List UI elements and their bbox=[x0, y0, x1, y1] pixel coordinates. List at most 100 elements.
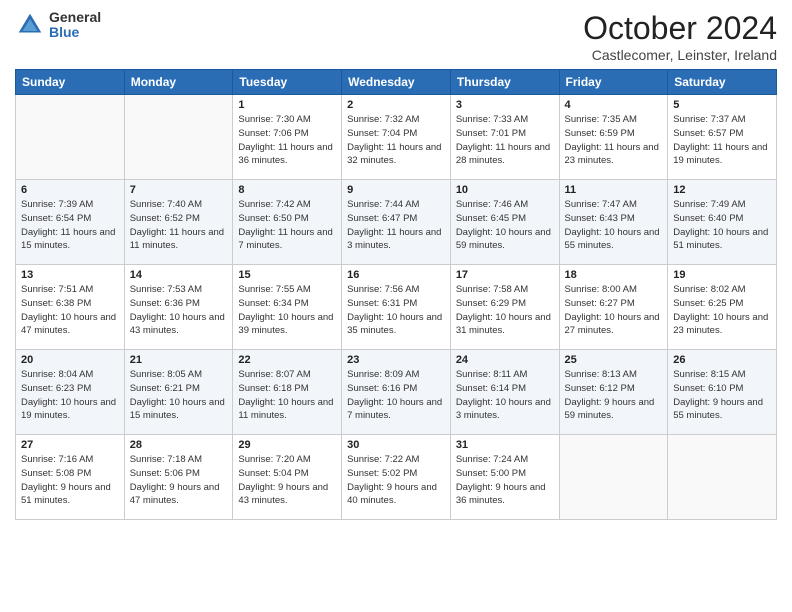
day-number: 5 bbox=[673, 99, 771, 111]
day-number: 21 bbox=[130, 354, 228, 366]
day-info: Sunrise: 7:51 AM Sunset: 6:38 PM Dayligh… bbox=[21, 283, 119, 338]
day-number: 25 bbox=[565, 354, 663, 366]
day-info: Sunrise: 7:16 AM Sunset: 5:08 PM Dayligh… bbox=[21, 453, 119, 508]
calendar-cell: 5 Sunrise: 7:37 AM Sunset: 6:57 PM Daylig… bbox=[668, 95, 777, 180]
day-info: Sunrise: 7:37 AM Sunset: 6:57 PM Dayligh… bbox=[673, 113, 771, 168]
day-number: 17 bbox=[456, 269, 554, 281]
day-info: Sunrise: 7:39 AM Sunset: 6:54 PM Dayligh… bbox=[21, 198, 119, 253]
title-location: Castlecomer, Leinster, Ireland bbox=[583, 47, 777, 63]
day-number: 3 bbox=[456, 99, 554, 111]
logo-text: General Blue bbox=[49, 10, 101, 41]
day-info: Sunrise: 7:40 AM Sunset: 6:52 PM Dayligh… bbox=[130, 198, 228, 253]
day-number: 24 bbox=[456, 354, 554, 366]
calendar-cell: 6 Sunrise: 7:39 AM Sunset: 6:54 PM Daylig… bbox=[16, 180, 125, 265]
calendar-week-4: 20 Sunrise: 8:04 AM Sunset: 6:23 PM Dayli… bbox=[16, 350, 777, 435]
calendar-cell: 2Sunrise: 7:32 AM Sunset: 7:04 PM Daylig… bbox=[342, 95, 451, 180]
day-number: 29 bbox=[238, 439, 336, 451]
day-number: 11 bbox=[565, 184, 663, 196]
col-wednesday: Wednesday bbox=[342, 70, 451, 95]
day-info: Sunrise: 8:04 AM Sunset: 6:23 PM Dayligh… bbox=[21, 368, 119, 423]
day-info: Sunrise: 8:15 AM Sunset: 6:10 PM Dayligh… bbox=[673, 368, 771, 423]
day-number: 14 bbox=[130, 269, 228, 281]
day-info: Sunrise: 7:53 AM Sunset: 6:36 PM Dayligh… bbox=[130, 283, 228, 338]
calendar-cell: 11Sunrise: 7:47 AM Sunset: 6:43 PM Dayli… bbox=[559, 180, 668, 265]
calendar-cell: 15 Sunrise: 7:55 AM Sunset: 6:34 PM Dayli… bbox=[233, 265, 342, 350]
calendar-cell: 7 Sunrise: 7:40 AM Sunset: 6:52 PM Daylig… bbox=[124, 180, 233, 265]
calendar-cell: 13 Sunrise: 7:51 AM Sunset: 6:38 PM Dayli… bbox=[16, 265, 125, 350]
day-number: 15 bbox=[238, 269, 336, 281]
calendar-cell: 22Sunrise: 8:07 AM Sunset: 6:18 PM Dayli… bbox=[233, 350, 342, 435]
calendar-week-1: 1 Sunrise: 7:30 AM Sunset: 7:06 PM Daylig… bbox=[16, 95, 777, 180]
day-info: Sunrise: 7:46 AM Sunset: 6:45 PM Dayligh… bbox=[456, 198, 554, 253]
calendar-cell bbox=[668, 435, 777, 520]
calendar-cell: 14 Sunrise: 7:53 AM Sunset: 6:36 PM Dayli… bbox=[124, 265, 233, 350]
day-info: Sunrise: 7:20 AM Sunset: 5:04 PM Dayligh… bbox=[238, 453, 336, 508]
calendar-cell bbox=[559, 435, 668, 520]
calendar-cell: 16 Sunrise: 7:56 AM Sunset: 6:31 PM Dayli… bbox=[342, 265, 451, 350]
day-number: 19 bbox=[673, 269, 771, 281]
header: General Blue October 2024 Castlecomer, L… bbox=[15, 10, 777, 63]
day-number: 9 bbox=[347, 184, 445, 196]
day-number: 8 bbox=[238, 184, 336, 196]
calendar-cell: 19 Sunrise: 8:02 AM Sunset: 6:25 PM Dayli… bbox=[668, 265, 777, 350]
day-number: 20 bbox=[21, 354, 119, 366]
day-number: 7 bbox=[130, 184, 228, 196]
logo-general-text: General bbox=[49, 10, 101, 25]
title-block: October 2024 Castlecomer, Leinster, Irel… bbox=[583, 10, 777, 63]
day-info: Sunrise: 8:05 AM Sunset: 6:21 PM Dayligh… bbox=[130, 368, 228, 423]
calendar-cell bbox=[124, 95, 233, 180]
day-info: Sunrise: 7:49 AM Sunset: 6:40 PM Dayligh… bbox=[673, 198, 771, 253]
day-info: Sunrise: 7:18 AM Sunset: 5:06 PM Dayligh… bbox=[130, 453, 228, 508]
col-saturday: Saturday bbox=[668, 70, 777, 95]
day-number: 27 bbox=[21, 439, 119, 451]
calendar-cell: 10Sunrise: 7:46 AM Sunset: 6:45 PM Dayli… bbox=[450, 180, 559, 265]
col-sunday: Sunday bbox=[16, 70, 125, 95]
day-info: Sunrise: 7:33 AM Sunset: 7:01 PM Dayligh… bbox=[456, 113, 554, 168]
day-number: 31 bbox=[456, 439, 554, 451]
col-friday: Friday bbox=[559, 70, 668, 95]
calendar-cell: 4 Sunrise: 7:35 AM Sunset: 6:59 PM Daylig… bbox=[559, 95, 668, 180]
calendar-cell: 31Sunrise: 7:24 AM Sunset: 5:00 PM Dayli… bbox=[450, 435, 559, 520]
calendar-week-3: 13 Sunrise: 7:51 AM Sunset: 6:38 PM Dayli… bbox=[16, 265, 777, 350]
calendar-cell: 28 Sunrise: 7:18 AM Sunset: 5:06 PM Dayli… bbox=[124, 435, 233, 520]
day-info: Sunrise: 7:56 AM Sunset: 6:31 PM Dayligh… bbox=[347, 283, 445, 338]
calendar-week-5: 27 Sunrise: 7:16 AM Sunset: 5:08 PM Dayli… bbox=[16, 435, 777, 520]
day-info: Sunrise: 8:02 AM Sunset: 6:25 PM Dayligh… bbox=[673, 283, 771, 338]
calendar-cell bbox=[16, 95, 125, 180]
col-tuesday: Tuesday bbox=[233, 70, 342, 95]
day-info: Sunrise: 8:00 AM Sunset: 6:27 PM Dayligh… bbox=[565, 283, 663, 338]
calendar-cell: 21 Sunrise: 8:05 AM Sunset: 6:21 PM Dayli… bbox=[124, 350, 233, 435]
col-thursday: Thursday bbox=[450, 70, 559, 95]
day-info: Sunrise: 7:32 AM Sunset: 7:04 PM Dayligh… bbox=[347, 113, 445, 168]
day-number: 23 bbox=[347, 354, 445, 366]
day-info: Sunrise: 7:22 AM Sunset: 5:02 PM Dayligh… bbox=[347, 453, 445, 508]
title-month: October 2024 bbox=[583, 10, 777, 47]
day-info: Sunrise: 7:30 AM Sunset: 7:06 PM Dayligh… bbox=[238, 113, 336, 168]
logo: General Blue bbox=[15, 10, 101, 41]
calendar-cell: 3 Sunrise: 7:33 AM Sunset: 7:01 PM Daylig… bbox=[450, 95, 559, 180]
calendar-cell: 25Sunrise: 8:13 AM Sunset: 6:12 PM Dayli… bbox=[559, 350, 668, 435]
logo-blue-text: Blue bbox=[49, 25, 101, 40]
day-number: 1 bbox=[238, 99, 336, 111]
day-number: 16 bbox=[347, 269, 445, 281]
calendar-cell: 23 Sunrise: 8:09 AM Sunset: 6:16 PM Dayli… bbox=[342, 350, 451, 435]
calendar-cell: 26 Sunrise: 8:15 AM Sunset: 6:10 PM Dayli… bbox=[668, 350, 777, 435]
calendar-cell: 8 Sunrise: 7:42 AM Sunset: 6:50 PM Daylig… bbox=[233, 180, 342, 265]
day-number: 28 bbox=[130, 439, 228, 451]
calendar-week-2: 6 Sunrise: 7:39 AM Sunset: 6:54 PM Daylig… bbox=[16, 180, 777, 265]
calendar-cell: 30 Sunrise: 7:22 AM Sunset: 5:02 PM Dayli… bbox=[342, 435, 451, 520]
day-info: Sunrise: 7:35 AM Sunset: 6:59 PM Dayligh… bbox=[565, 113, 663, 168]
day-number: 13 bbox=[21, 269, 119, 281]
day-number: 4 bbox=[565, 99, 663, 111]
day-info: Sunrise: 8:09 AM Sunset: 6:16 PM Dayligh… bbox=[347, 368, 445, 423]
day-info: Sunrise: 8:11 AM Sunset: 6:14 PM Dayligh… bbox=[456, 368, 554, 423]
logo-icon bbox=[15, 10, 45, 40]
calendar-cell: 27 Sunrise: 7:16 AM Sunset: 5:08 PM Dayli… bbox=[16, 435, 125, 520]
day-number: 26 bbox=[673, 354, 771, 366]
day-number: 6 bbox=[21, 184, 119, 196]
day-info: Sunrise: 7:55 AM Sunset: 6:34 PM Dayligh… bbox=[238, 283, 336, 338]
calendar-cell: 12 Sunrise: 7:49 AM Sunset: 6:40 PM Dayli… bbox=[668, 180, 777, 265]
day-number: 12 bbox=[673, 184, 771, 196]
day-info: Sunrise: 7:42 AM Sunset: 6:50 PM Dayligh… bbox=[238, 198, 336, 253]
day-number: 30 bbox=[347, 439, 445, 451]
